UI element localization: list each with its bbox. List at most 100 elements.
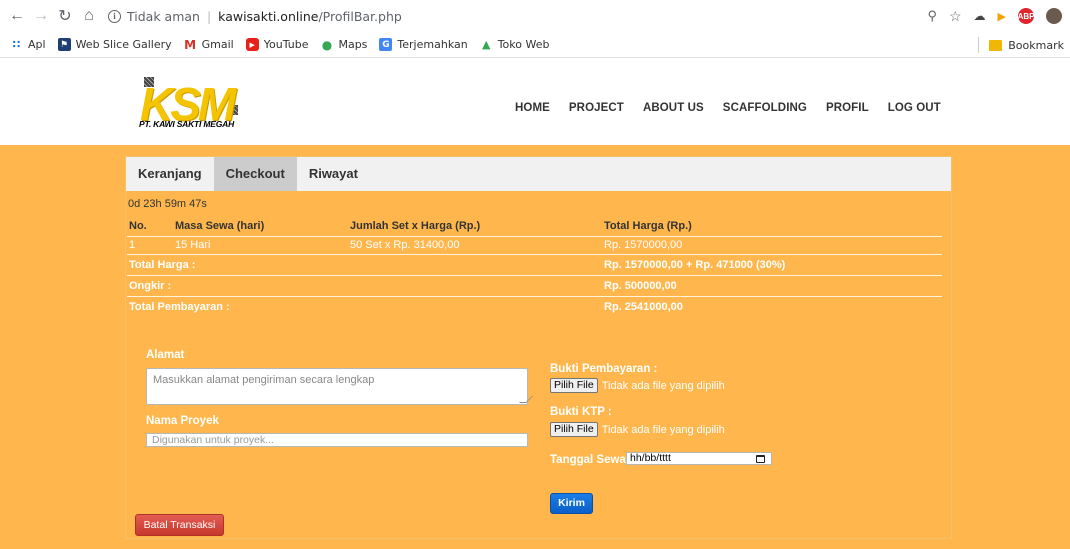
cell-no: 1 (127, 236, 173, 255)
reload-icon[interactable]: ↻ (54, 5, 76, 27)
address-bar[interactable]: i Tidak aman | kawisakti.online/ProfilBa… (108, 9, 402, 24)
alamat-placeholder: Masukkan alamat pengiriman secara lengka… (153, 374, 375, 386)
tab-keranjang[interactable]: Keranjang (126, 157, 214, 191)
folder-icon (989, 39, 1003, 51)
bukti-pembayaran-label: Bukti Pembayaran : (550, 363, 658, 375)
gmail-icon: M (184, 37, 197, 52)
tab-bar: Keranjang Checkout Riwayat (126, 157, 951, 191)
choose-file-button[interactable]: Pilih File (550, 378, 598, 393)
company-logo[interactable]: KSM PT. KAWI SAKTI MEGAH (136, 75, 266, 135)
choose-file-button[interactable]: Pilih File (550, 422, 598, 437)
col-header-total: Total Harga (Rp.) (602, 217, 942, 237)
maps-pin-icon: ● (321, 37, 333, 52)
kirim-button[interactable]: Kirim (550, 493, 593, 514)
menu-profil[interactable]: PROFIL (826, 102, 869, 114)
summary-value: Rp. 500000,00 (602, 275, 942, 297)
tanggal-sewa-label: Tanggal Sewa : (550, 454, 633, 466)
summary-value: Rp. 2541000,00 (604, 300, 683, 313)
file-status: Tidak ada file yang dipilih (601, 423, 725, 436)
bookmarks-bar: ∷ Apl ⚑ Web Slice Gallery M Gmail ▶ YouTube … (0, 32, 1070, 58)
translate-icon: G (379, 38, 393, 51)
menu-scaffolding[interactable]: SCAFFOLDING (723, 102, 807, 114)
countdown-timer: 0d 23h 59m 47s (128, 198, 207, 210)
tab-checkout[interactable]: Checkout (213, 157, 297, 191)
forward-arrow-icon[interactable]: → (30, 5, 52, 27)
resize-grip-icon[interactable] (519, 396, 533, 403)
cloud-extension-icon[interactable]: ☁ (974, 9, 986, 23)
bookmark-web-store[interactable]: ▲ Toko Web (480, 38, 550, 51)
summary-label: Total Pembayaran : (129, 300, 230, 313)
bookmark-label: Toko Web (497, 38, 550, 51)
bookmark-apps[interactable]: ∷ Apl (10, 38, 46, 51)
browser-toolbar: ← → ↻ ⌂ i Tidak aman | kawisakti.online /… (0, 0, 1070, 32)
checkout-panel: Keranjang Checkout Riwayat 0d 23h 59m 47… (125, 156, 952, 539)
summary-label: Total Harga : (127, 254, 602, 276)
summary-label: Ongkir : (127, 275, 602, 297)
menu-project[interactable]: PROJECT (569, 102, 624, 114)
url-separator: | (206, 8, 212, 24)
star-icon[interactable]: ☆ (949, 8, 962, 25)
calendar-icon[interactable] (756, 455, 765, 463)
bookmark-translate[interactable]: G Terjemahkan (379, 38, 468, 51)
bookmark-maps[interactable]: ● Maps (320, 37, 368, 52)
bukti-ktp-file-input[interactable]: Pilih File Tidak ada file yang dipilih (550, 422, 725, 437)
home-icon[interactable]: ⌂ (78, 5, 100, 27)
col-header-masa-sewa: Masa Sewa (hari) (173, 217, 348, 237)
site-header: KSM PT. KAWI SAKTI MEGAH HOME PROJECT AB… (0, 59, 1070, 145)
play-extension-icon[interactable]: ▶ (998, 10, 1006, 23)
table-header-row: No. Masa Sewa (hari) Jumlah Set x Harga … (127, 217, 942, 237)
cell-total: Rp. 1570000,00 (602, 236, 942, 255)
nama-proyek-input[interactable]: Digunakan untuk proyek... (146, 433, 528, 447)
security-label: Tidak aman (127, 8, 200, 24)
bookmark-label: Terjemahkan (397, 38, 468, 51)
bookmark-label: Gmail (201, 38, 234, 51)
summary-row-total-harga: Total Harga : Rp. 1570000,00 + Rp. 47100… (127, 254, 942, 276)
cell-jumlah: 50 Set x Rp. 31400,00 (348, 236, 602, 255)
main-menu: HOME PROJECT ABOUT US SCAFFOLDING PROFIL… (515, 102, 941, 114)
profile-avatar[interactable] (1046, 8, 1062, 24)
bookmark-label: Apl (28, 38, 46, 51)
bookmark-web-slice-gallery[interactable]: ⚑ Web Slice Gallery (57, 38, 172, 51)
order-table: No. Masa Sewa (hari) Jumlah Set x Harga … (127, 217, 942, 317)
nama-proyek-label: Nama Proyek (146, 415, 219, 427)
adblock-extension-icon[interactable]: ABP (1018, 8, 1034, 24)
bookmark-label: Maps (338, 38, 368, 51)
alamat-textarea[interactable]: Masukkan alamat pengiriman secara lengka… (146, 368, 533, 405)
bukti-pembayaran-file-input[interactable]: Pilih File Tidak ada file yang dipilih (550, 378, 725, 393)
info-icon[interactable]: i (108, 9, 121, 23)
tab-riwayat[interactable]: Riwayat (297, 157, 370, 191)
back-arrow-icon[interactable]: ← (6, 5, 28, 27)
menu-about-us[interactable]: ABOUT US (643, 102, 704, 114)
web-store-icon: ▲ (481, 38, 491, 51)
file-status: Tidak ada file yang dipilih (601, 379, 725, 392)
alamat-label: Alamat (146, 349, 185, 361)
bookmark-gmail[interactable]: M Gmail (184, 37, 234, 52)
other-bookmarks[interactable]: Bookmark (978, 32, 1064, 58)
bookmark-label: Web Slice Gallery (75, 38, 172, 51)
apps-grid-icon: ∷ (12, 38, 21, 51)
menu-home[interactable]: HOME (515, 102, 550, 114)
menu-log-out[interactable]: LOG OUT (888, 102, 941, 114)
web-slice-icon: ⚑ (57, 38, 71, 51)
logo-company-name: PT. KAWI SAKTI MEGAH (139, 119, 235, 129)
url-host: kawisakti.online (218, 8, 319, 24)
toolbar-actions: ⚲ ☆ ☁ ▶ ABP (927, 0, 1062, 32)
bookmark-divider (978, 37, 980, 53)
tanggal-sewa-input[interactable]: hh/bb/tttt (626, 452, 772, 465)
bookmark-youtube[interactable]: ▶ YouTube (245, 38, 309, 51)
url-path: /ProfilBar.php (318, 8, 402, 24)
date-placeholder: hh/bb/tttt (630, 452, 671, 464)
table-row: 1 15 Hari 50 Set x Rp. 31400,00 Rp. 1570… (127, 236, 942, 255)
cell-masa-sewa: 15 Hari (173, 236, 348, 255)
summary-value: Rp. 1570000,00 + Rp. 471000 (30%) (602, 254, 942, 276)
col-header-jumlah: Jumlah Set x Harga (Rp.) (348, 217, 602, 237)
col-header-no: No. (127, 217, 173, 237)
zoom-icon[interactable]: ⚲ (927, 8, 937, 24)
summary-row-ongkir: Ongkir : Rp. 500000,00 (127, 275, 942, 297)
summary-row-total-pembayaran: Total Pembayaran : Rp. 2541000,00 (127, 296, 942, 317)
bookmark-label: YouTube (263, 38, 309, 51)
batal-transaksi-button[interactable]: Batal Transaksi (135, 514, 224, 536)
bukti-ktp-label: Bukti KTP : (550, 406, 612, 418)
bookmark-folder-label: Bookmark (1008, 38, 1064, 52)
youtube-icon: ▶ (245, 38, 259, 51)
